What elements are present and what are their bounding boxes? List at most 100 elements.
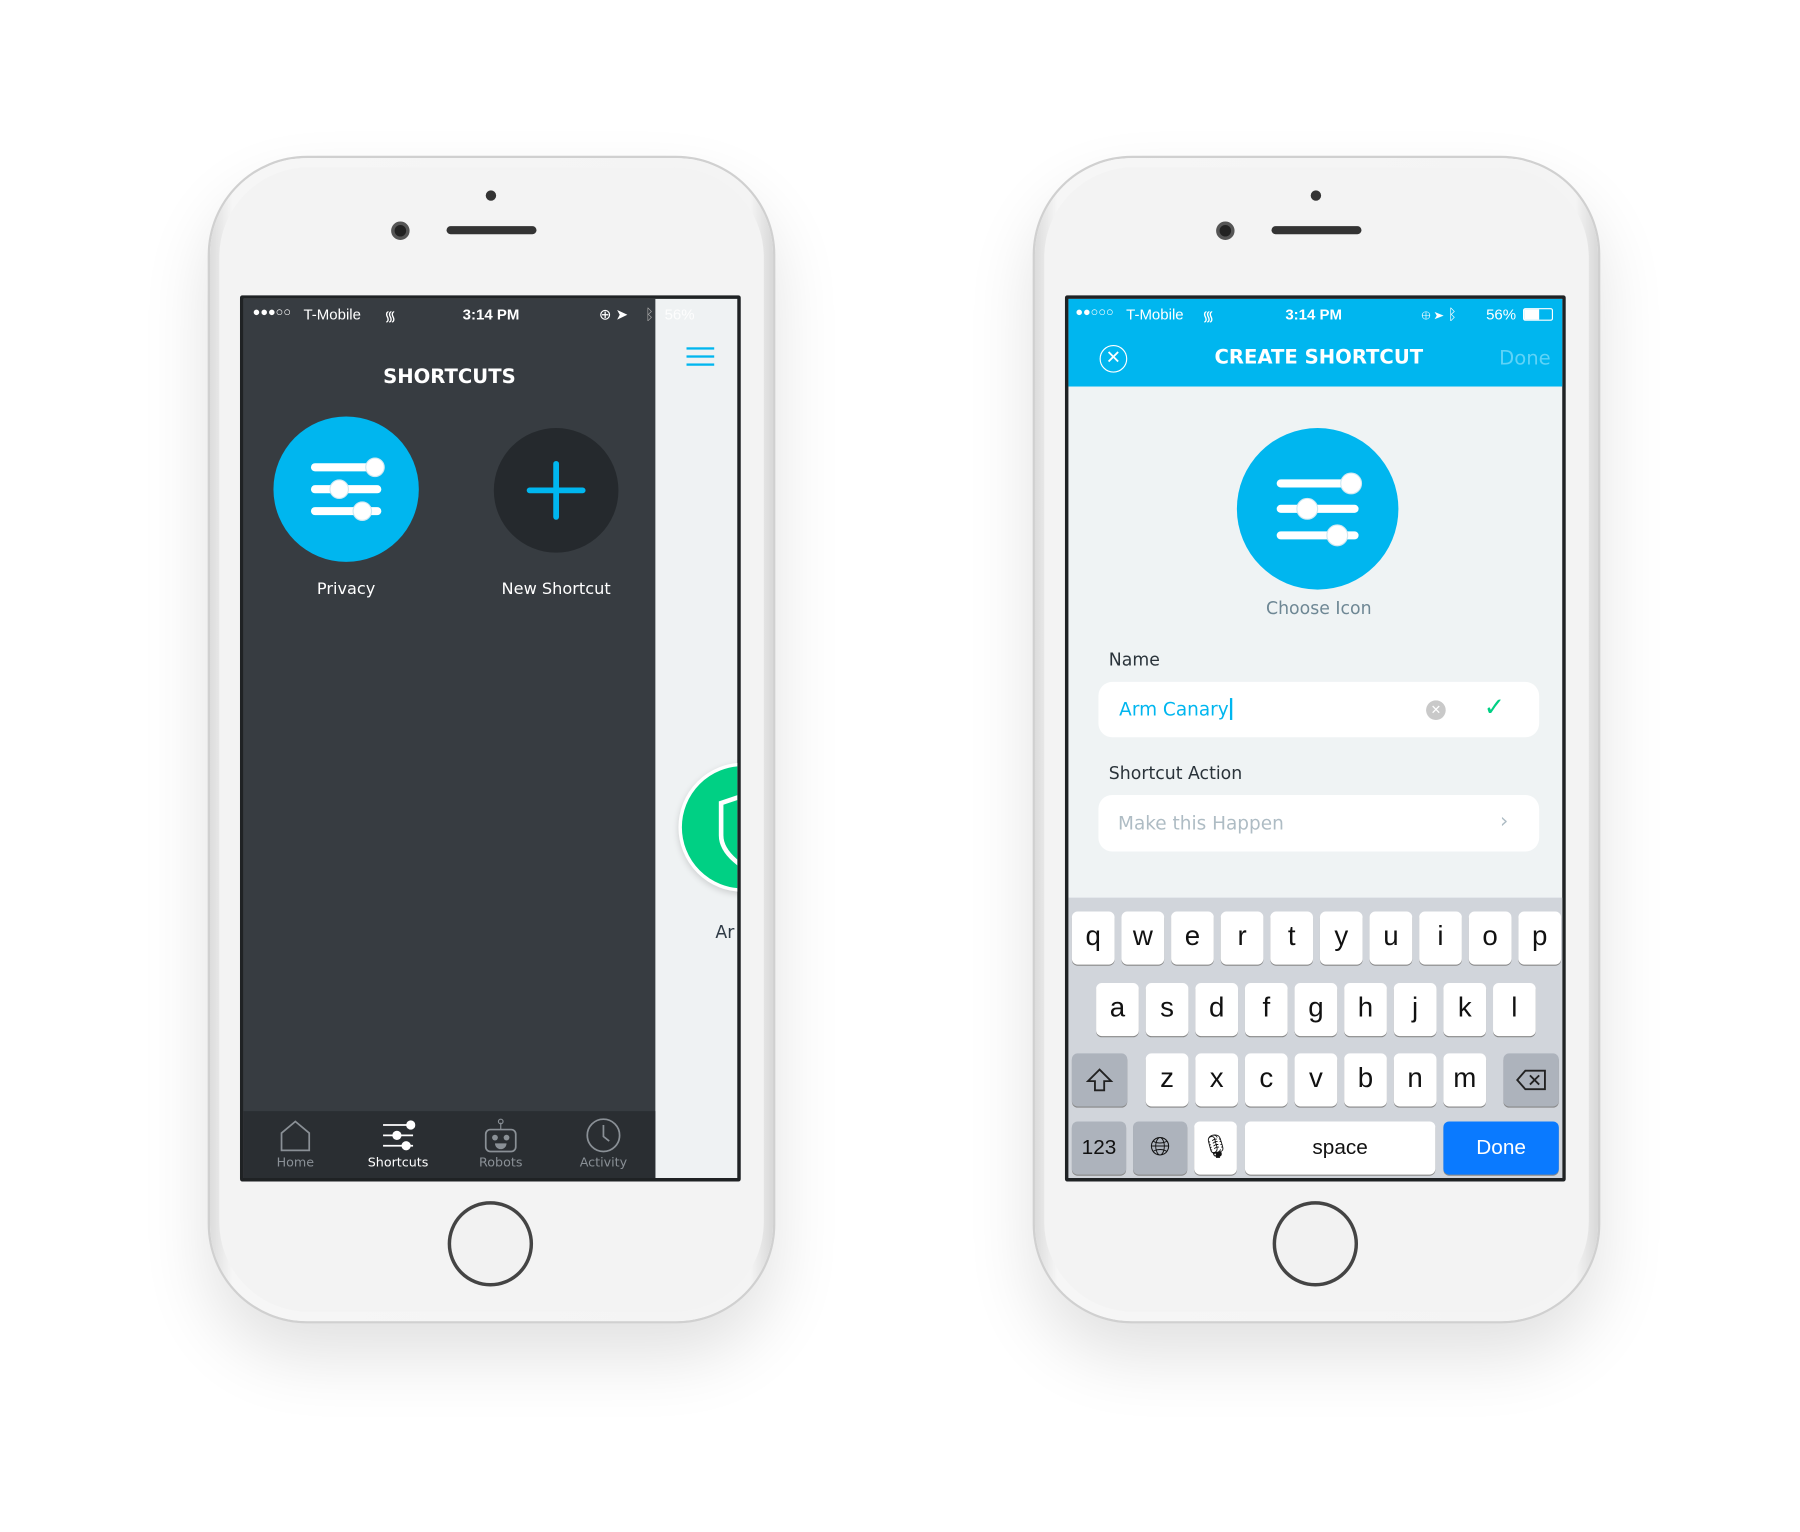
right-phone: ●●○○○ T-Mobile ᯾ 3:14 PM ⊕ ➤ ᛒ 56% ✕ CRE…: [1034, 158, 1599, 1322]
speaker: [446, 226, 537, 235]
backspace-icon: [1516, 1069, 1546, 1091]
carrier: T-Mobile: [1126, 305, 1184, 324]
key-b[interactable]: b: [1344, 1053, 1387, 1107]
key-o[interactable]: o: [1468, 911, 1512, 965]
right-screen: ●●○○○ T-Mobile ᯾ 3:14 PM ⊕ ➤ ᛒ 56% ✕ CRE…: [1064, 295, 1566, 1182]
left-phone: ●●●○○ T-Mobile ᯾ 3:14 PM ⊕ ➤ ᛒ 56% SHORT…: [209, 158, 774, 1322]
carrier: T-Mobile: [303, 305, 361, 324]
numbers-key[interactable]: 123: [1071, 1121, 1127, 1175]
tab-label: Robots: [479, 1154, 523, 1170]
key-i[interactable]: i: [1419, 911, 1462, 965]
page-title: CREATE SHORTCUT: [1214, 346, 1424, 370]
space-key[interactable]: space: [1244, 1121, 1436, 1175]
time: 3:14 PM: [1285, 305, 1343, 324]
key-t[interactable]: t: [1270, 911, 1314, 965]
action-placeholder: Make this Happen: [1118, 812, 1284, 835]
microphone-key[interactable]: 🎙︎: [1194, 1121, 1237, 1175]
shortcut-action-selector[interactable]: Make this Happen ›: [1098, 794, 1540, 852]
key-r[interactable]: r: [1220, 911, 1264, 965]
name-field[interactable]: Arm Canary ✕ ✓: [1098, 681, 1540, 738]
shield-icon: [718, 795, 738, 866]
sliders-icon: [1276, 472, 1363, 547]
front-camera: [391, 221, 410, 240]
icon-picker[interactable]: [1236, 428, 1399, 590]
home-icon: [280, 1120, 311, 1152]
speaker: [1271, 226, 1362, 235]
lock-rotation-icon: ⊕ ➤ ᛒ: [1421, 305, 1457, 324]
shortcut-action-label: Shortcut Action: [1108, 762, 1243, 784]
key-m[interactable]: m: [1443, 1053, 1487, 1107]
done-button[interactable]: Done: [1499, 347, 1551, 370]
choose-icon-label: Choose Icon: [1265, 597, 1372, 619]
tab-robots[interactable]: Robots: [449, 1118, 553, 1170]
clock-icon: [586, 1118, 621, 1153]
page-title: SHORTCUTS: [383, 365, 516, 389]
key-v[interactable]: v: [1294, 1053, 1338, 1107]
left-screen: ●●●○○ T-Mobile ᯾ 3:14 PM ⊕ ➤ ᛒ 56% SHORT…: [239, 295, 741, 1182]
globe-key[interactable]: 🌐︎: [1133, 1121, 1188, 1175]
key-e[interactable]: e: [1171, 911, 1214, 965]
battery-percent: 56%: [664, 305, 695, 324]
key-d[interactable]: d: [1195, 983, 1239, 1037]
menu-icon[interactable]: [686, 347, 715, 366]
key-a[interactable]: a: [1096, 983, 1139, 1037]
robot-icon: [484, 1118, 517, 1153]
delete-key[interactable]: [1503, 1053, 1559, 1107]
tab-label: Activity: [579, 1154, 628, 1170]
status-bar: ●●●○○ T-Mobile ᯾ 3:14 PM ⊕ ➤ ᛒ 56%: [243, 299, 695, 332]
keyboard-done-key[interactable]: Done: [1443, 1121, 1559, 1175]
key-j[interactable]: j: [1393, 983, 1437, 1037]
shift-icon: [1085, 1068, 1114, 1092]
tab-shortcuts[interactable]: Shortcuts: [346, 1118, 450, 1170]
key-q[interactable]: q: [1071, 911, 1115, 965]
globe-icon: 🌐︎: [1149, 1131, 1171, 1161]
clear-icon[interactable]: ✕: [1426, 700, 1446, 720]
front-camera: [1216, 221, 1235, 240]
key-u[interactable]: u: [1369, 911, 1413, 965]
status-bar: ●●○○○ T-Mobile ᯾ 3:14 PM ⊕ ➤ ᛒ 56%: [1068, 299, 1562, 332]
shortcut-label: New Shortcut: [501, 580, 611, 599]
battery-percent: 56%: [1486, 305, 1517, 324]
tab-label: Shortcuts: [367, 1154, 429, 1170]
shortcut-privacy[interactable]: [273, 416, 419, 562]
key-p[interactable]: p: [1518, 911, 1562, 965]
shift-key[interactable]: [1071, 1053, 1128, 1107]
checkmark-icon: ✓: [1483, 693, 1506, 723]
battery-icon: [1523, 308, 1554, 321]
plus-icon: [526, 460, 586, 520]
proximity-sensor: [485, 190, 497, 201]
key-w[interactable]: w: [1121, 911, 1165, 965]
keyboard: 123 🌐︎ 🎙︎ space Done qwertyuiop asdfghjkl…: [1068, 897, 1563, 1179]
key-f[interactable]: f: [1244, 983, 1288, 1037]
key-y[interactable]: y: [1319, 911, 1363, 965]
time: 3:14 PM: [462, 305, 520, 324]
home-button[interactable]: [447, 1201, 534, 1287]
name-input-value: Arm Canary: [1119, 698, 1233, 720]
key-z[interactable]: z: [1145, 1053, 1189, 1107]
shortcut-label: Privacy: [316, 580, 376, 599]
key-k[interactable]: k: [1443, 983, 1487, 1037]
home-button[interactable]: [1272, 1201, 1359, 1287]
key-x[interactable]: x: [1195, 1053, 1239, 1107]
signal-icon: ●●○○○: [1075, 305, 1114, 320]
tab-home[interactable]: Home: [243, 1118, 347, 1170]
key-n[interactable]: n: [1393, 1053, 1437, 1107]
arm-shortcut-label: Ar: [715, 921, 735, 943]
tab-activity[interactable]: Activity: [552, 1118, 656, 1170]
key-c[interactable]: c: [1244, 1053, 1288, 1107]
signal-icon: ●●●○○: [252, 305, 292, 320]
bluetooth-icon: ᛒ: [644, 305, 654, 324]
lock-rotation-icon: ⊕ ➤: [598, 305, 629, 324]
tab-label: Home: [276, 1154, 315, 1170]
microphone-icon: 🎙︎: [1200, 1134, 1231, 1160]
key-g[interactable]: g: [1294, 983, 1338, 1037]
key-s[interactable]: s: [1145, 983, 1189, 1037]
arm-shortcut-card[interactable]: [678, 762, 738, 892]
sliders-icon: [310, 457, 385, 521]
key-h[interactable]: h: [1344, 983, 1387, 1037]
sliders-icon: [383, 1120, 416, 1151]
key-l[interactable]: l: [1493, 983, 1536, 1037]
chevron-right-icon: ›: [1499, 808, 1509, 834]
tab-bar: Home Shortcuts Robots Activity: [243, 1111, 656, 1179]
new-shortcut-button[interactable]: [493, 428, 619, 553]
